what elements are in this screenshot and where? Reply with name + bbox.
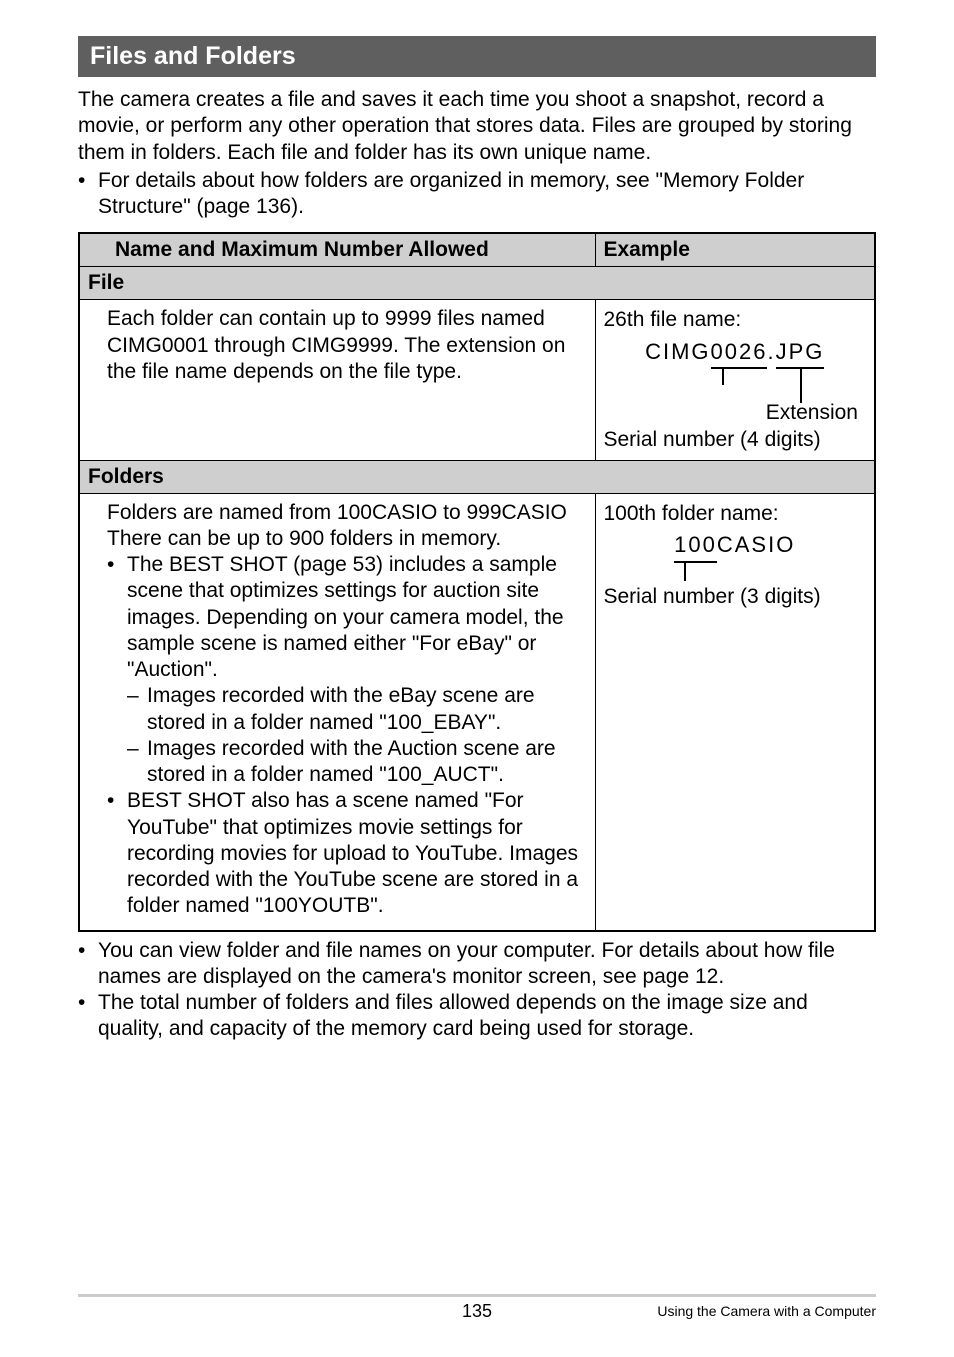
folder-dash-2-text: Images recorded with the Auction scene a… — [147, 736, 587, 789]
folder-bullet-1: • The BEST SHOT (page 53) includes a sam… — [107, 552, 587, 683]
folder-example-cell: 100th folder name: 100CASIO Serial numbe… — [595, 493, 875, 931]
file-serial: 0026 — [711, 338, 768, 370]
serial-label: Serial number (4 digits) — [604, 426, 867, 453]
footer-chapter: Using the Camera with a Computer — [657, 1303, 876, 1319]
row-spacer — [79, 493, 107, 931]
file-example-intro: 26th file name: — [604, 306, 867, 333]
intro-bullet-text: For details about how folders are organi… — [98, 168, 876, 221]
folder-example-intro: 100th folder name: — [604, 500, 867, 527]
row-spacer — [79, 300, 107, 460]
bullet-dot-icon: • — [78, 938, 98, 991]
footer-bullet-2: • The total number of folders and files … — [78, 990, 876, 1043]
folder-dash-1-text: Images recorded with the eBay scene are … — [147, 683, 587, 736]
folder-bullet-2-text: BEST SHOT also has a scene named "For Yo… — [127, 788, 587, 919]
footer-bullet-1: • You can view folder and file names on … — [78, 938, 876, 991]
intro-bullet: • For details about how folders are orga… — [78, 168, 876, 221]
footer-bullets: • You can view folder and file names on … — [78, 938, 876, 1043]
file-body-row: Each folder can contain up to 9999 files… — [79, 300, 875, 460]
col-example-header: Example — [595, 233, 875, 267]
file-example-name: CIMG0026.JPG — [604, 338, 867, 370]
folder-serial: 100 — [674, 531, 717, 563]
folder-serial-label: Serial number (3 digits) — [604, 583, 867, 610]
file-section-row: File — [79, 267, 875, 300]
section-heading: Files and Folders — [78, 36, 876, 77]
folder-dash-2: – Images recorded with the Auction scene… — [107, 736, 587, 789]
file-example-cell: 26th file name: CIMG0026.JPG Extension S… — [595, 300, 875, 460]
table-header-row: Name and Maximum Number Allowed Example — [79, 233, 875, 267]
callout-lines — [604, 369, 867, 397]
folder-suffix: CASIO — [717, 532, 795, 557]
bullet-dot-icon: • — [78, 990, 98, 1043]
folders-body-row: Folders are named from 100CASIO to 999CA… — [79, 493, 875, 931]
folders-description: Folders are named from 100CASIO to 999CA… — [107, 493, 595, 931]
folder-bullet-2: • BEST SHOT also has a scene named "For … — [107, 788, 587, 919]
file-prefix: CIMG — [645, 339, 710, 364]
folder-example-name: 100CASIO — [604, 531, 867, 563]
file-section-label: File — [79, 267, 875, 300]
header-spacer — [79, 233, 107, 267]
page-footer: 135 Using the Camera with a Computer — [78, 1294, 876, 1319]
footer-bullet-2-text: The total number of folders and files al… — [98, 990, 876, 1043]
folder-bullet-1-text: The BEST SHOT (page 53) includes a sampl… — [127, 552, 587, 683]
file-ext: JPG — [776, 338, 825, 370]
folders-section-row: Folders — [79, 460, 875, 493]
footer-bullet-1-text: You can view folder and file names on yo… — [98, 938, 876, 991]
dash-icon: – — [127, 683, 147, 736]
dash-icon: – — [127, 736, 147, 789]
file-description: Each folder can contain up to 9999 files… — [107, 300, 595, 460]
folder-desc-line1: Folders are named from 100CASIO to 999CA… — [107, 500, 587, 526]
tick-line-icon — [722, 369, 724, 385]
folder-desc-line2: There can be up to 900 folders in memory… — [107, 526, 587, 552]
extension-label: Extension — [604, 399, 867, 426]
intro-paragraph: The camera creates a file and saves it e… — [78, 87, 876, 166]
file-folder-table: Name and Maximum Number Allowed Example … — [78, 232, 876, 931]
tick-line-icon — [684, 563, 686, 581]
page-content: Files and Folders The camera creates a f… — [0, 0, 954, 1043]
callout-lines — [604, 563, 867, 581]
bullet-dot-icon: • — [107, 788, 127, 919]
col-name-header: Name and Maximum Number Allowed — [107, 233, 595, 267]
bullet-dot-icon: • — [78, 168, 98, 221]
folders-section-label: Folders — [79, 460, 875, 493]
tick-line-icon — [800, 369, 802, 403]
bullet-dot-icon: • — [107, 552, 127, 683]
folder-dash-1: – Images recorded with the eBay scene ar… — [107, 683, 587, 736]
file-dot: . — [767, 339, 775, 364]
page-number: 135 — [462, 1301, 492, 1322]
